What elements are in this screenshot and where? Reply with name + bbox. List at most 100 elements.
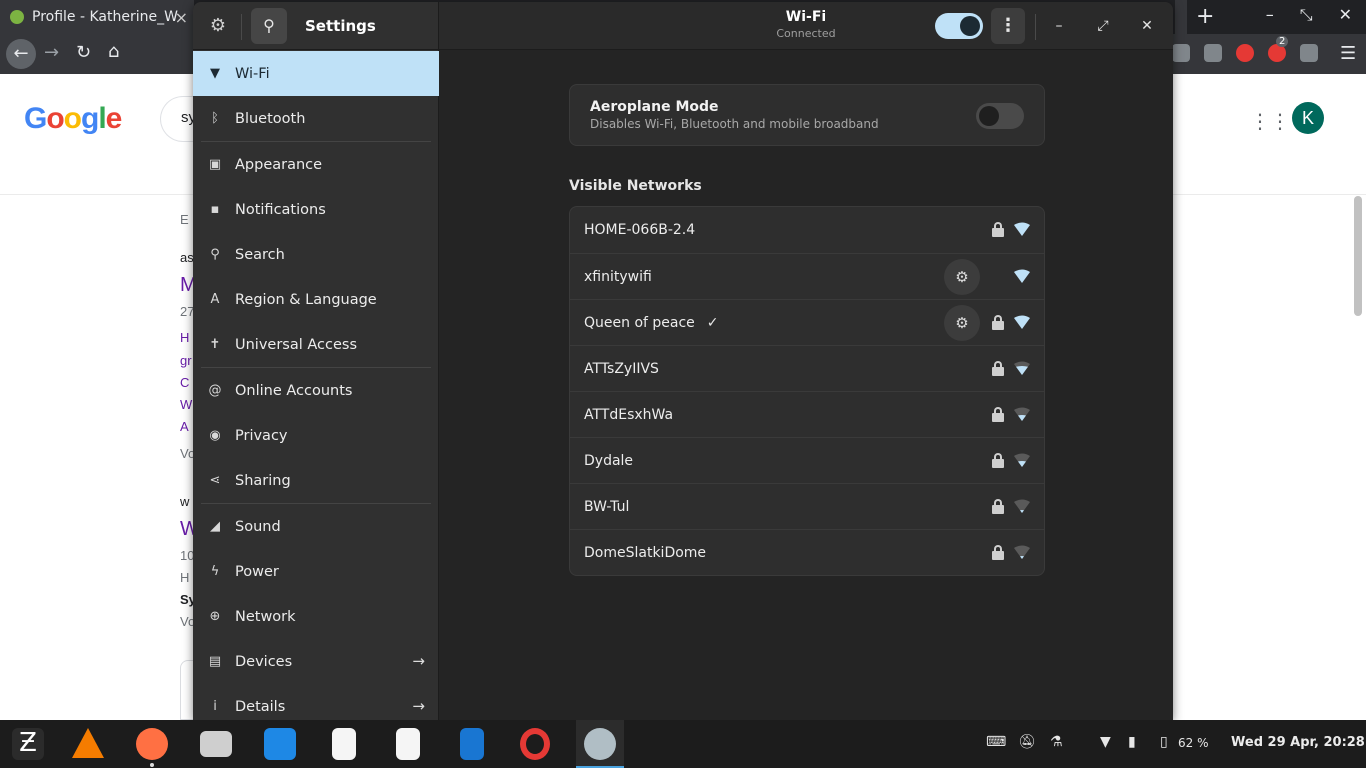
google-logo[interactable]: Google <box>24 102 122 136</box>
result-sitelink[interactable]: H <box>180 330 189 345</box>
extension-icon[interactable] <box>1300 44 1318 62</box>
minimize-button[interactable]: – <box>1047 14 1071 38</box>
extension-icon[interactable] <box>1172 44 1190 62</box>
text-editor-icon[interactable] <box>332 728 356 760</box>
sidebar-item-devices[interactable]: ▤ Devices → <box>193 639 439 684</box>
sidebar-item-wi-fi[interactable]: ▼ Wi-Fi <box>193 51 439 96</box>
sidebar-item-label: Wi-Fi <box>235 65 270 82</box>
clock[interactable]: Wed 29 Apr, 20:28 <box>1231 735 1365 750</box>
writer-icon[interactable] <box>460 728 484 760</box>
network-row[interactable]: xfinitywifi ⚙ <box>570 253 1044 299</box>
sidebar-item-region-language[interactable]: A Region & Language <box>193 277 439 322</box>
search-icon: ⚲ <box>263 16 275 35</box>
network-settings-button[interactable]: ⚙ <box>944 259 980 295</box>
network-row[interactable]: Queen of peace ✓ ⚙ <box>570 299 1044 345</box>
keyboard-icon[interactable]: ⌨ <box>986 734 1006 750</box>
browser-tab-partial[interactable] <box>1175 0 1187 34</box>
network-row[interactable]: Dydale <box>570 437 1044 483</box>
network-row[interactable]: DomeSlatkiDome <box>570 529 1044 575</box>
google-avatar[interactable]: K <box>1292 102 1324 134</box>
result-sitelink[interactable]: gr <box>180 353 192 368</box>
browser-menu-icon[interactable]: ☰ <box>1340 43 1356 64</box>
result-sitelink[interactable]: W <box>180 397 192 412</box>
sidebar-search-button[interactable]: ⚲ <box>251 8 287 44</box>
network-name: BW-Tul <box>584 498 630 515</box>
network-row[interactable]: BW-Tul <box>570 483 1044 529</box>
wifi-content: Aeroplane Mode Disables Wi-Fi, Bluetooth… <box>569 84 1045 576</box>
search-icon: ⚲ <box>210 246 220 262</box>
result-sitelink[interactable]: A <box>180 419 189 434</box>
network-settings-button[interactable]: ⚙ <box>944 305 980 341</box>
sidebar-item-sharing[interactable]: ⋖ Sharing <box>193 458 439 503</box>
page-scrollbar[interactable] <box>1354 196 1362 316</box>
network-name: Dydale <box>584 452 634 469</box>
sidebar-item-label: Bluetooth <box>235 110 306 127</box>
settings-app-icon[interactable] <box>584 728 616 760</box>
tab-close-icon[interactable]: × <box>175 8 188 27</box>
sidebar-item-appearance[interactable]: ▣ Appearance <box>193 142 439 187</box>
aeroplane-mode-title: Aeroplane Mode <box>590 99 719 115</box>
wifi-icon: ▼ <box>210 65 220 81</box>
sidebar-item-label: Sound <box>235 518 281 535</box>
arrow-right-icon: → <box>412 652 425 670</box>
software-store-icon[interactable] <box>264 728 296 760</box>
sidebar-item-power[interactable]: ϟ Power <box>193 549 439 594</box>
extension-icon[interactable] <box>1236 44 1254 62</box>
browser-window-controls: – ⤡ ✕ <box>1266 5 1352 25</box>
sidebar-item-online-accounts[interactable]: @ Online Accounts <box>193 368 439 413</box>
wifi-toggle[interactable] <box>935 13 983 39</box>
maximize-button[interactable]: ⤢ <box>1091 14 1115 38</box>
flask-icon[interactable]: ⚗ <box>1050 734 1063 750</box>
wifi-menu-button[interactable]: ⋮ <box>991 8 1025 44</box>
extension-icon[interactable] <box>1204 44 1222 62</box>
aeroplane-mode-toggle[interactable] <box>976 103 1024 129</box>
new-tab-button[interactable]: + <box>1196 4 1214 29</box>
aeroplane-mode-subtitle: Disables Wi-Fi, Bluetooth and mobile bro… <box>590 117 879 131</box>
cellular-icon[interactable]: ▮ <box>1128 734 1136 750</box>
notifications-off-icon[interactable]: 🔕︎ <box>1018 734 1036 750</box>
vlc-icon[interactable] <box>72 728 104 758</box>
network-name: Queen of peace <box>584 314 695 331</box>
sidebar-item-network[interactable]: ⊕ Network <box>193 594 439 639</box>
files-icon[interactable] <box>200 731 232 757</box>
sidebar-item-sound[interactable]: ◢ Sound <box>193 504 439 549</box>
network-row[interactable]: ATTsZyIIVS <box>570 345 1044 391</box>
universal-access-icon: ✝ <box>209 336 221 352</box>
opera-icon[interactable] <box>520 728 550 760</box>
home-button[interactable]: ⌂ <box>108 41 119 62</box>
browser-restore-button[interactable]: ⤡ <box>1300 5 1313 25</box>
bluetooth-icon: ᛒ <box>211 110 219 126</box>
settings-gear-icon[interactable]: ⚙ <box>203 11 233 41</box>
sidebar-item-details[interactable]: i Details → <box>193 684 439 720</box>
zorin-menu-icon[interactable]: Ƶ <box>12 728 44 760</box>
sidebar-item-label: Privacy <box>235 427 288 444</box>
network-name: HOME-066B-2.4 <box>584 222 696 238</box>
browser-tab[interactable]: Profile - Katherine_W × <box>0 0 194 34</box>
forward-button[interactable]: → <box>44 42 59 63</box>
sidebar-item-privacy[interactable]: ◉ Privacy <box>193 413 439 458</box>
appearance-icon: ▣ <box>208 156 222 172</box>
wifi-signal-icon <box>1014 361 1030 375</box>
wifi-signal-icon <box>1014 453 1030 467</box>
sidebar-item-label: Online Accounts <box>235 382 353 399</box>
result-sitelink[interactable]: C <box>180 375 189 390</box>
browser-close-button[interactable]: ✕ <box>1339 5 1352 25</box>
network-row[interactable]: HOME-066B-2.4 <box>570 207 1044 253</box>
sidebar-item-bluetooth[interactable]: ᛒ Bluetooth <box>193 96 439 141</box>
sidebar-item-search[interactable]: ⚲ Search <box>193 232 439 277</box>
close-button[interactable]: ✕ <box>1135 14 1159 38</box>
network-row[interactable]: ATTdEsxhWa <box>570 391 1044 437</box>
result-fragment: H <box>180 570 190 585</box>
back-button[interactable]: ← <box>6 39 36 69</box>
sidebar-item-label: Appearance <box>235 156 323 173</box>
sidebar-item-universal-access[interactable]: ✝ Universal Access <box>193 322 439 367</box>
arrow-right-icon: → <box>412 697 425 715</box>
battery-icon[interactable]: ▯ <box>1160 734 1168 750</box>
lock-icon <box>992 499 1004 515</box>
sidebar-item-notifications[interactable]: ▪ Notifications <box>193 187 439 232</box>
browser-minimize-button[interactable]: – <box>1266 5 1274 25</box>
document-viewer-icon[interactable] <box>396 728 420 760</box>
firefox-icon[interactable] <box>136 728 168 760</box>
wifi-tray-icon[interactable]: ▼ <box>1100 734 1111 750</box>
reload-button[interactable]: ↻ <box>76 42 91 63</box>
